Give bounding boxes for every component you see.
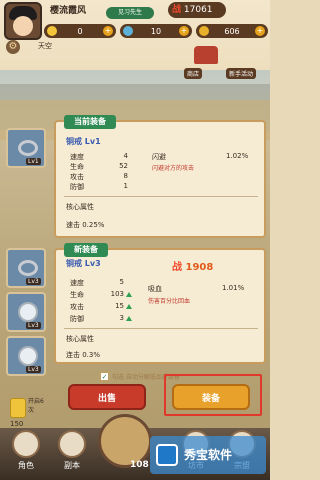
stat-label: 攻击 [70, 303, 84, 311]
player-avatar[interactable] [4, 2, 42, 40]
tutorial-highlight [164, 374, 262, 416]
resource-tea: 10 + [120, 24, 192, 38]
stat-value: 103 [110, 290, 124, 298]
stat-label: 生命 [70, 163, 84, 171]
side-gold-label: 开启6次 [28, 398, 44, 414]
sell-button[interactable]: 出售 [68, 384, 146, 410]
slot-level: Lv3 [26, 366, 41, 373]
resource-ingot: 606 + [196, 24, 268, 38]
add-gold-button[interactable]: + [103, 26, 113, 36]
stat-value: 52 [119, 162, 128, 170]
avatar-face [13, 16, 33, 36]
slot-level: Lv3 [26, 322, 41, 329]
stat-value: 1 [123, 182, 128, 190]
core-value: 连击 0.3% [66, 351, 101, 359]
stat-value: 3 [119, 314, 124, 322]
mask-icon [18, 302, 38, 322]
stat-label: 攻击 [70, 173, 84, 181]
auto-decompose-checkbox[interactable]: ✓ [100, 372, 109, 381]
core-label: 核心属性 [66, 335, 94, 343]
dungeon-icon [58, 430, 86, 458]
core-value: 速击 0.25% [66, 221, 105, 229]
top-bar: 樱流霞风 见习先生 战 17061 0 + 10 + 606 + [0, 0, 270, 44]
watermark-text: 秀宝软件 [184, 448, 233, 462]
nav-character[interactable]: 角色 [6, 430, 46, 478]
current-equip-slot[interactable]: Lv1 [6, 128, 46, 168]
slot-level: Lv3 [26, 278, 41, 285]
divider [64, 196, 258, 197]
side-gold-chest[interactable]: 开启6次 150 [6, 396, 46, 428]
skill-value: 1.02% [226, 152, 249, 160]
skill-name: 闪避 [152, 153, 166, 161]
watermark: 秀宝软件 [150, 436, 266, 474]
side-gold-value: 150 [10, 420, 24, 428]
tea-cup-icon [123, 26, 133, 36]
stat-value: 4 [123, 152, 128, 160]
add-ingot-button[interactable]: + [255, 26, 265, 36]
skill-desc: 伤害百分比回血 [148, 298, 191, 305]
skill-name: 吸血 [148, 285, 162, 293]
new-power-badge: 战 1908 [172, 258, 213, 273]
shop-label[interactable]: 商店 [184, 68, 203, 79]
add-tea-button[interactable]: + [179, 26, 189, 36]
stat-up-arrow-icon [126, 304, 132, 309]
power-badge: 战 17061 [168, 2, 226, 18]
player-name: 樱流霞风 [50, 6, 87, 16]
center-count: 108 [130, 460, 149, 470]
stat-label: 速度 [70, 153, 84, 161]
gold-bar-icon [10, 398, 26, 418]
stat-label: 速度 [70, 279, 84, 287]
nav-dungeon[interactable]: 副本 [52, 430, 92, 478]
divider [64, 328, 258, 329]
current-equip-panel: 当前装备 铜戒 Lv1 速度 4 生命 52 攻击 8 防御 1 闪避 1.02… [54, 115, 266, 238]
new-equip-slot-2[interactable]: Lv3 [6, 292, 46, 332]
skill-value: 1.01% [222, 284, 245, 292]
mask-icon [18, 346, 38, 366]
core-label: 核心属性 [66, 203, 94, 211]
new-equip-panel: 新装备 铜戒 Lv3 战 1908 速度 5 生命 103 攻击 15 防御 3… [54, 243, 266, 364]
nav-label: 角色 [18, 461, 34, 470]
ring-icon [18, 140, 38, 156]
stat-label: 生命 [70, 291, 84, 299]
ring-icon [18, 260, 38, 276]
stat-value: 5 [119, 278, 124, 286]
character-icon [12, 430, 40, 458]
new-equip-name: 铜戒 Lv3 [66, 259, 101, 268]
current-equip-name: 铜戒 Lv1 [66, 137, 101, 146]
skill-desc: 闪避对方的攻击 [152, 165, 195, 172]
power-value: 17061 [183, 5, 213, 15]
current-panel-title: 当前装备 [64, 115, 116, 129]
gold-coin-icon [47, 26, 57, 36]
watermark-logo-icon [156, 444, 178, 466]
scene-label: 天空 [38, 42, 52, 50]
stat-up-arrow-icon [126, 316, 132, 321]
stat-value: 8 [123, 172, 128, 180]
resource-gold: 0 + [44, 24, 116, 38]
shop-icon[interactable] [194, 46, 218, 64]
resource-ingot-value: 606 [224, 26, 240, 36]
power-label: 战 [172, 5, 182, 15]
stat-value: 15 [115, 302, 124, 310]
top-right-shortcuts: 商店 新手活动 [184, 44, 264, 80]
ingot-icon [199, 26, 209, 36]
stat-up-arrow-icon [126, 292, 132, 297]
new-equip-slot-1[interactable]: Lv3 [6, 248, 46, 288]
new-power-label: 战 [172, 262, 182, 273]
resource-tea-value: 10 [150, 26, 162, 36]
new-equip-slot-3[interactable]: Lv3 [6, 336, 46, 376]
level-tag: 见习先生 [106, 7, 154, 19]
new-power-value: 1908 [185, 262, 214, 273]
stat-label: 防御 [70, 315, 84, 323]
nav-label: 副本 [64, 461, 80, 470]
resource-bar: 0 + 10 + 606 + [44, 24, 268, 38]
stat-label: 防御 [70, 183, 84, 191]
slot-level: Lv1 [26, 158, 41, 165]
resource-gold-value: 0 [77, 26, 83, 36]
new-panel-title: 新装备 [64, 243, 108, 257]
settings-gear-icon[interactable]: ⚙ [6, 40, 20, 54]
event-label[interactable]: 新手活动 [226, 68, 257, 79]
